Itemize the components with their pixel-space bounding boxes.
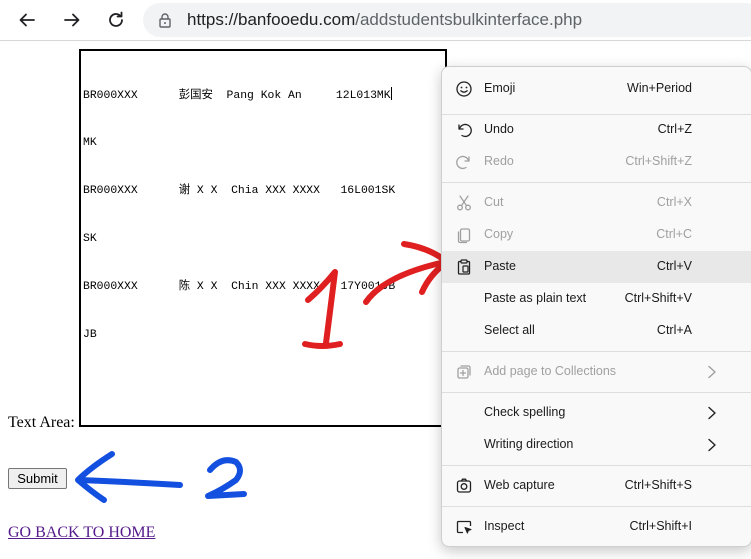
menu-item-undo[interactable]: Undo Ctrl+Z bbox=[442, 114, 751, 146]
textarea-line: BR000XXX 陈 X X Chin XXX XXXX 17Y001JB bbox=[83, 281, 396, 293]
menu-item-shortcut: Ctrl+Shift+I bbox=[629, 519, 692, 533]
menu-item-label: Undo bbox=[484, 122, 514, 136]
lock-icon bbox=[159, 13, 171, 28]
collections-icon bbox=[457, 365, 471, 379]
textarea-line: MK bbox=[83, 137, 97, 149]
menu-item-shortcut: Ctrl+C bbox=[656, 227, 692, 241]
menu-item-shortcut: Ctrl+Shift+Z bbox=[625, 154, 692, 168]
emoji-icon bbox=[456, 81, 472, 97]
menu-item-emoji[interactable]: Emoji Win+Period bbox=[442, 73, 751, 105]
menu-item-label: Paste bbox=[484, 259, 516, 273]
undo-icon bbox=[458, 123, 472, 138]
browser-toolbar: https://banfooedu.com/addstudentsbulkint… bbox=[0, 0, 751, 41]
menu-item-redo[interactable]: Redo Ctrl+Shift+Z bbox=[442, 146, 751, 178]
menu-item-inspect[interactable]: Inspect Ctrl+Shift+I bbox=[442, 511, 751, 543]
textarea-line-text: BR000XXX 彭国安 Pang Kok An 12L013MK bbox=[83, 90, 391, 102]
submit-button[interactable]: Submit bbox=[8, 468, 67, 489]
menu-item-label: Check spelling bbox=[484, 405, 566, 419]
menu-item-label: Emoji bbox=[484, 81, 516, 95]
web-capture-icon bbox=[456, 478, 472, 493]
menu-item-shortcut: Ctrl+Shift+S bbox=[624, 478, 692, 492]
menu-separator bbox=[442, 182, 751, 183]
forward-button[interactable] bbox=[58, 6, 86, 34]
menu-item-shortcut: Ctrl+A bbox=[656, 323, 692, 337]
menu-item-label: Web capture bbox=[484, 478, 555, 492]
menu-item-paste[interactable]: Paste Ctrl+V bbox=[442, 251, 751, 283]
menu-item-label: Add page to Collections bbox=[484, 364, 617, 378]
context-menu: Emoji Win+Period Undo Ctrl+Z Redo Ctrl+S… bbox=[441, 66, 751, 547]
menu-separator bbox=[442, 392, 751, 393]
menu-item-check-spelling[interactable]: Check spelling bbox=[442, 397, 751, 429]
step-2-arrow-icon bbox=[75, 451, 183, 503]
textarea-label: Text Area: bbox=[8, 414, 75, 431]
menu-item-shortcut: Ctrl+X bbox=[656, 195, 692, 209]
menu-item-shortcut: Ctrl+Z bbox=[657, 122, 692, 136]
menu-item-label: Redo bbox=[484, 154, 514, 168]
textarea-line: BR000XXX 谢 X X Chia XXX XXXX 16L001SK bbox=[83, 185, 396, 197]
address-bar[interactable]: https://banfooedu.com/addstudentsbulkint… bbox=[143, 3, 751, 37]
menu-item-paste-plain-text[interactable]: Paste as plain text Ctrl+Shift+V bbox=[442, 283, 751, 315]
menu-item-label: Cut bbox=[484, 195, 504, 209]
menu-item-select-all[interactable]: Select all Ctrl+A bbox=[442, 315, 751, 347]
back-button[interactable] bbox=[13, 6, 41, 34]
menu-item-label: Paste as plain text bbox=[484, 291, 587, 305]
chevron-right-icon bbox=[708, 365, 716, 379]
back-arrow-icon bbox=[19, 13, 35, 27]
menu-item-add-to-collections[interactable]: Add page to Collections bbox=[442, 356, 751, 388]
url-text: https://banfooedu.com/addstudentsbulkint… bbox=[187, 10, 582, 30]
menu-item-cut[interactable]: Cut Ctrl+X bbox=[442, 187, 751, 219]
text-caret bbox=[390, 87, 392, 100]
menu-item-label: Select all bbox=[484, 323, 535, 337]
cut-icon bbox=[457, 195, 471, 211]
menu-item-web-capture[interactable]: Web capture Ctrl+Shift+S bbox=[442, 470, 751, 502]
textarea-line: BR000XXX 彭国安 Pang Kok An 12L013MK bbox=[83, 87, 445, 103]
chevron-right-icon bbox=[708, 406, 716, 420]
menu-item-label: Writing direction bbox=[484, 437, 574, 451]
refresh-icon bbox=[109, 11, 123, 27]
menu-item-writing-direction[interactable]: Writing direction bbox=[442, 429, 751, 461]
chevron-right-icon bbox=[708, 438, 716, 452]
menu-item-shortcut: Ctrl+Shift+V bbox=[624, 291, 692, 305]
forward-arrow-icon bbox=[64, 13, 80, 27]
url-path: /addstudentsbulkinterface.php bbox=[355, 10, 583, 29]
menu-item-shortcut: Ctrl+V bbox=[656, 259, 692, 273]
inspect-icon bbox=[456, 520, 472, 534]
step-2-digit bbox=[205, 457, 247, 499]
redo-icon bbox=[456, 155, 470, 170]
textarea-line: SK bbox=[83, 233, 97, 245]
go-back-home-link[interactable]: GO BACK TO HOME bbox=[8, 524, 155, 542]
menu-item-shortcut: Win+Period bbox=[627, 81, 692, 95]
textarea-line: JB bbox=[83, 329, 97, 341]
copy-icon bbox=[457, 228, 471, 244]
paste-icon bbox=[457, 259, 471, 275]
bulk-textarea[interactable]: BR000XXX 彭国安 Pang Kok An 12L013MK MK BR0… bbox=[79, 49, 447, 427]
menu-separator bbox=[442, 351, 751, 352]
menu-item-copy[interactable]: Copy Ctrl+C bbox=[442, 219, 751, 251]
menu-item-label: Inspect bbox=[484, 519, 525, 533]
menu-separator bbox=[442, 506, 751, 507]
refresh-button[interactable] bbox=[102, 6, 130, 34]
url-host: https://banfooedu.com bbox=[187, 10, 356, 29]
menu-item-label: Copy bbox=[484, 227, 514, 241]
menu-separator bbox=[442, 465, 751, 466]
